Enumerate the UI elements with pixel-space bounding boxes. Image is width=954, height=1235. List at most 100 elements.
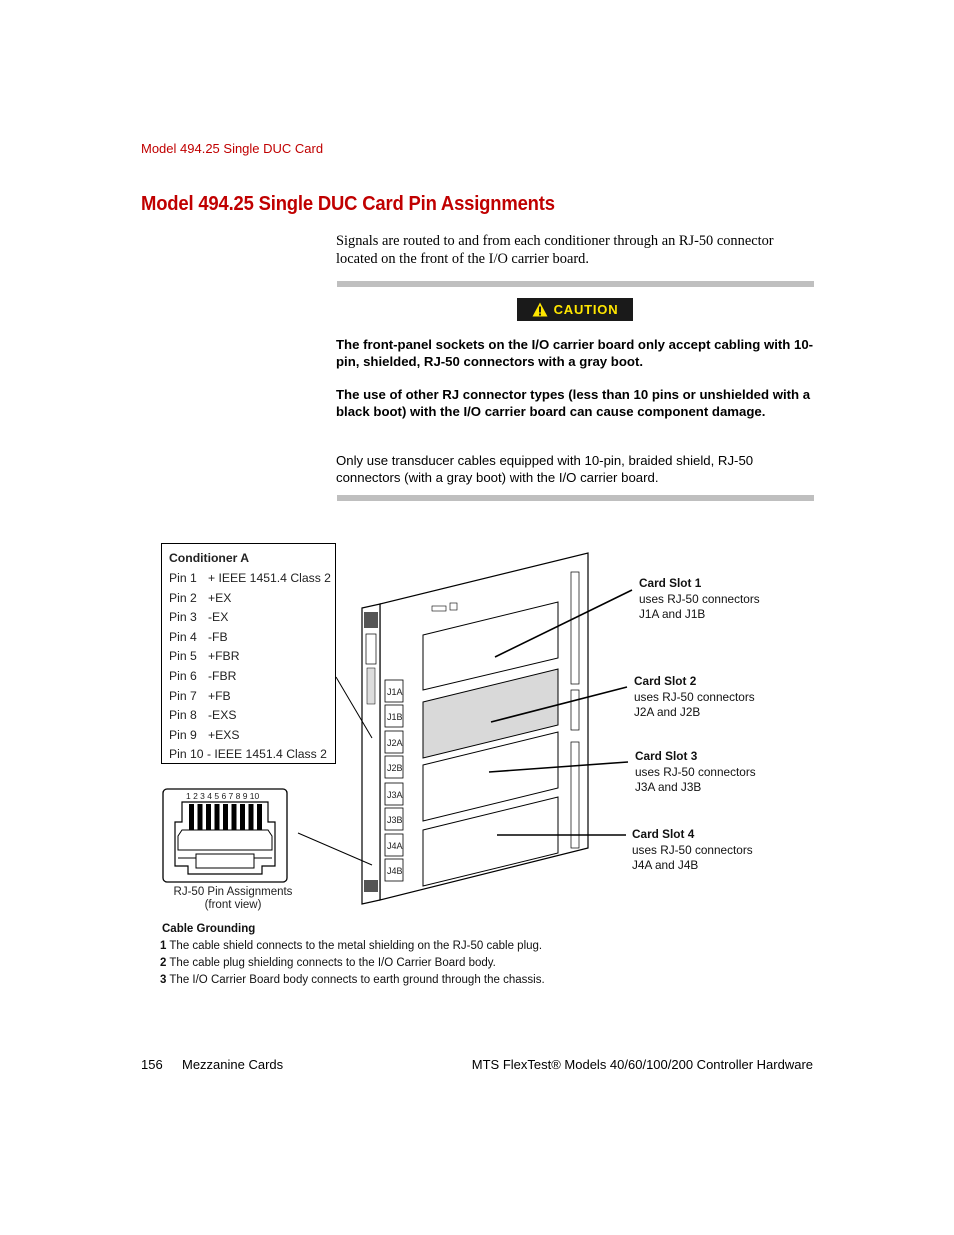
pin-signal: -EX: [208, 610, 229, 625]
card-slot-title: Card Slot 1: [639, 576, 702, 590]
grounding-item: 3 The I/O Carrier Board body connects to…: [160, 972, 545, 989]
backplane-connector: [570, 571, 580, 685]
card-slot-4-module: [422, 796, 559, 887]
pin-number: Pin 6: [169, 669, 197, 683]
card-slot-connectors: J2A and J2B: [634, 705, 701, 720]
connector-label: J1A: [387, 687, 403, 697]
rj50-connectors: [384, 679, 404, 882]
grounding-item-number: 1: [160, 940, 167, 952]
pin-row: Pin 9 +EXS: [169, 728, 240, 742]
caution-paragraph: The use of other RJ connector types (les…: [336, 387, 811, 419]
card-slot-label: Card Slot 2 uses RJ-50 connectors J2A an…: [634, 674, 755, 721]
card-slot-connectors: J1A and J1B: [639, 607, 706, 622]
grounding-item-number: 2: [160, 957, 167, 969]
footer-book-title: MTS FlexTest® Models 40/60/100/200 Contr…: [471, 1057, 813, 1072]
running-head: Model 494.25 Single DUC Card: [141, 141, 324, 156]
slot-3-leader: [488, 761, 629, 773]
pin-number: Pin 4: [169, 629, 197, 644]
card-slot-desc: uses RJ-50 connectors: [632, 842, 753, 857]
pin-row: Pin 8 -EXS: [169, 708, 236, 722]
caution-label: CAUTION: [553, 302, 619, 317]
warning-triangle-icon: [532, 302, 548, 317]
intro-paragraph: Signals are routed to and from each cond…: [336, 233, 774, 267]
pin-table-title: Conditioner A: [169, 551, 250, 565]
pin-row: Pin 5 +FBR: [169, 649, 240, 663]
pin-number: Pin 5: [169, 649, 197, 664]
carrier-board: [379, 552, 589, 901]
caution-badge: CAUTION: [517, 298, 633, 321]
pin-row: Pin 4 -FB: [169, 630, 228, 644]
caution-paragraph: The front-panel sockets on the I/O carri…: [336, 337, 814, 369]
connector-label: J1B: [387, 712, 403, 722]
pin-number: Pin 1: [169, 571, 197, 585]
card-slot-connectors: J3A and J3B: [635, 780, 702, 795]
grounding-item-text: The I/O Carrier Board body connects to e…: [169, 974, 545, 986]
card-slot-title: Card Slot 2: [634, 674, 697, 688]
connector-label: J2B: [387, 763, 403, 773]
pin-row: Pin 3 -EX: [169, 610, 228, 624]
card-slot-3-module: [422, 731, 559, 822]
pin-number: Pin 8: [169, 708, 197, 723]
backplane-connector: [570, 741, 580, 849]
grounding-item-number: 3: [160, 974, 167, 986]
card-slot-desc: uses RJ-50 connectors: [635, 764, 756, 779]
pin-signal: +EXS: [208, 727, 240, 742]
card-slot-label: Card Slot 1 uses RJ-50 connectors J1A an…: [639, 576, 760, 623]
pin-number: Pin 2: [169, 590, 197, 605]
grounding-item: 1 The cable shield connects to the metal…: [160, 938, 545, 955]
rj50-caption-line1: RJ-50 Pin Assignments: [173, 886, 293, 898]
grounding-item-text: The cable plug shielding connects to the…: [169, 957, 496, 969]
pin-row: Pin 10 - IEEE 1451.4 Class 2: [169, 747, 327, 761]
pin-signal: +FBR: [208, 649, 240, 664]
connector-label: J2A: [387, 738, 403, 748]
connector-label: J3B: [387, 815, 403, 825]
card-slot-desc: uses RJ-50 connectors: [639, 591, 760, 606]
card-slot-label: Card Slot 3 uses RJ-50 connectors J3A an…: [635, 749, 756, 796]
pin-signal: -FB: [208, 629, 228, 644]
card-slot-desc: uses RJ-50 connectors: [634, 689, 755, 704]
grounding-item: 2 The cable plug shielding connects to t…: [160, 955, 545, 972]
rj50-caption: RJ-50 Pin Assignments (front view): [162, 886, 304, 912]
footer-section: Mezzanine Cards: [182, 1057, 284, 1072]
front-panel: [361, 603, 381, 905]
pin-signal: +EX: [208, 590, 232, 605]
pin-row: Pin 2 +EX: [169, 591, 231, 605]
slot-2-leader: [490, 686, 628, 723]
card-slot-1-module: [422, 601, 559, 691]
rj50-pin-numbers: 1 2 3 4 5 6 7 8 9 10: [186, 791, 260, 801]
connector-label: J4B: [387, 866, 403, 876]
card-slot-2-module: [422, 668, 559, 759]
rj50-pin-contacts: [189, 804, 262, 830]
pin-signal: -FBR: [208, 669, 237, 683]
caution-top-rule: [337, 281, 814, 287]
card-slot-connectors: J4A and J4B: [632, 858, 699, 873]
pin-row: Pin 6 -FBR: [169, 669, 236, 683]
grounding-item-text: The cable shield connects to the metal s…: [169, 940, 543, 952]
panel-vent: [364, 880, 378, 892]
page-number: 156: [141, 1057, 163, 1072]
card-slot-title: Card Slot 3: [635, 749, 698, 763]
rj50-caption-line2: (front view): [204, 899, 262, 911]
panel-vent: [364, 612, 378, 628]
cable-grounding-title: Cable Grounding: [162, 923, 256, 935]
pin-number: Pin 9: [169, 727, 197, 742]
card-slot-label: Card Slot 4 uses RJ-50 connectors J4A an…: [632, 827, 753, 874]
rj50-jack-diagram: 1 2 3 4 5 6 7 8 9 10: [162, 788, 288, 883]
rj50-leader: [297, 832, 373, 866]
pin-signal: -EXS: [208, 708, 237, 723]
pin-signal: + IEEE 1451.4 Class 2: [208, 571, 331, 585]
pin-row: Pin 7 +FB: [169, 689, 231, 703]
cable-grounding: Cable Grounding 1 The cable shield conne…: [160, 921, 545, 989]
pin-signal: +FB: [208, 688, 231, 703]
caution-note: Only use transducer cables equipped with…: [336, 453, 754, 485]
backplane-connector: [570, 689, 580, 731]
card-slot-title: Card Slot 4: [632, 827, 695, 841]
pin-row: Pin 1 + IEEE 1451.4 Class 2: [169, 571, 331, 585]
io-carrier-board-diagram: J1A J1B J2A J2B J3A J3B J4A J4B: [297, 552, 633, 905]
pin-assignment-table: Conditioner A Pin 1 + IEEE 1451.4 Class 2…: [161, 543, 336, 764]
pin-number: Pin 3: [169, 610, 197, 625]
caution-bottom-rule: [337, 495, 814, 501]
pin-number: Pin 10: [169, 747, 204, 762]
pin-signal: - IEEE 1451.4 Class 2: [206, 747, 327, 762]
pin-table-leader: [335, 676, 373, 739]
